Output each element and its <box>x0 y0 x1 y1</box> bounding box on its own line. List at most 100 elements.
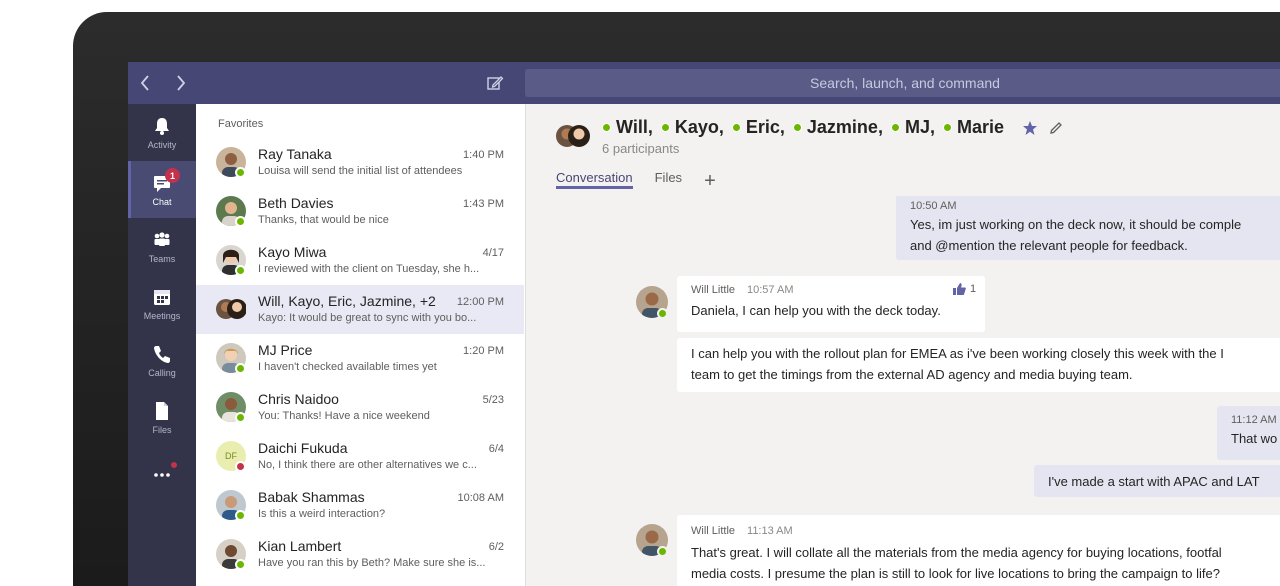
rail-item-calling[interactable]: Calling <box>128 332 196 389</box>
search-input[interactable]: Search, launch, and command <box>525 69 1280 97</box>
tab-files[interactable]: Files <box>655 170 682 189</box>
participant[interactable]: Eric, <box>731 117 785 138</box>
like-count: 1 <box>970 283 977 295</box>
file-icon <box>156 401 168 420</box>
message-text: I can help you with the rollout plan for… <box>691 346 1224 361</box>
chat-name: MJ Price <box>258 342 313 358</box>
message-text: team to get the timings from the externa… <box>691 367 1133 382</box>
edit-pencil-icon[interactable] <box>1048 120 1064 136</box>
rail-item-more[interactable] <box>128 446 196 503</box>
chat-item-kian-lambert[interactable]: Kian Lambert 6/2 Have you ran this by Be… <box>196 530 524 579</box>
rail-label: Meetings <box>143 310 181 321</box>
message-text: Yes, im just working on the deck now, it… <box>910 217 1242 232</box>
message-text: I've made a start with APAC and LAT <box>1048 474 1260 489</box>
chat-preview: Have you ran this by Beth? Make sure she… <box>258 557 486 569</box>
message-mine: 11:12 AM That wo <box>1217 406 1280 460</box>
teams-window: Search, launch, and command Activity 1 C… <box>128 62 1280 586</box>
title-bar: Search, launch, and command <box>128 62 1280 104</box>
chat-time: 5/23 <box>482 394 504 406</box>
chat-time: 1:40 PM <box>463 149 504 161</box>
favorites-header: Favorites <box>218 118 264 130</box>
message-will-2: I can help you with the rollout plan for… <box>677 338 1280 392</box>
participant-name: Will, <box>616 117 653 137</box>
presence-indicator <box>235 412 246 423</box>
forward-arrow-icon[interactable] <box>170 72 192 94</box>
like-reaction[interactable]: 1 <box>952 282 976 296</box>
participant-name: Eric, <box>745 117 785 137</box>
message-time: 10:57 AM <box>747 284 794 296</box>
presence-indicator <box>660 123 670 132</box>
message-sender: Will Little <box>691 525 736 537</box>
chat-time: 6/4 <box>488 443 504 455</box>
message-will-3: Will Little 11:13 AM That's great. I will… <box>677 515 1280 586</box>
chat-name: Daichi Fukuda <box>258 440 348 456</box>
unread-badge: 1 <box>165 168 180 183</box>
presence-indicator <box>890 123 900 132</box>
chat-name: Beth Davies <box>258 195 334 211</box>
chat-time: 1:43 PM <box>463 198 504 210</box>
presence-indicator <box>792 123 802 132</box>
compose-icon[interactable] <box>486 74 504 92</box>
presence-indicator <box>602 123 611 132</box>
back-arrow-icon[interactable] <box>134 72 156 94</box>
chat-item-daichi-fukuda[interactable]: DF Daichi Fukuda 6/4 No, I think there a… <box>196 432 524 481</box>
presence-indicator-busy <box>235 461 246 472</box>
rail-item-meetings[interactable]: Meetings <box>128 275 196 332</box>
message-text: media costs. I presume the plan is still… <box>691 566 1220 581</box>
chat-item-ray-tanaka[interactable]: Ray Tanaka 1:40 PM Louisa will send the … <box>196 138 524 187</box>
rail-label: Activity <box>147 139 177 150</box>
chat-name: Ray Tanaka <box>258 146 332 162</box>
message-time: 10:50 AM <box>910 200 957 212</box>
presence-indicator <box>235 559 246 570</box>
participant-name: Jazmine, <box>806 117 883 137</box>
chat-name: Kian Lambert <box>258 538 342 554</box>
chat-time: 6/2 <box>488 541 504 553</box>
rail-label: Teams <box>148 253 176 264</box>
participant[interactable]: Kayo, <box>660 117 724 138</box>
message-text: That's great. I will collate all the mat… <box>691 545 1222 560</box>
chat-item-mj-price[interactable]: MJ Price 1:20 PM I haven't checked avail… <box>196 334 524 383</box>
phone-icon <box>154 345 170 363</box>
notification-dot <box>171 462 177 468</box>
presence-indicator <box>235 265 246 276</box>
presence-indicator <box>235 510 246 521</box>
presence-indicator <box>731 123 741 132</box>
star-icon[interactable] <box>1022 120 1038 136</box>
rail-item-activity[interactable]: Activity <box>128 104 196 161</box>
rail-item-chat[interactable]: 1 Chat <box>128 161 196 218</box>
presence-indicator <box>235 167 246 178</box>
presence-indicator <box>657 546 668 557</box>
participant-name: Marie <box>956 117 1004 137</box>
chat-preview: No, I think there are other alternatives… <box>258 459 477 471</box>
rail-item-teams[interactable]: Teams <box>128 218 196 275</box>
add-tab-icon[interactable]: + <box>704 171 716 191</box>
avatar-initials: DF <box>225 451 237 461</box>
participant[interactable]: Will, <box>602 117 653 138</box>
participant[interactable]: MJ, <box>890 117 935 138</box>
participant[interactable]: Jazmine, <box>792 117 883 138</box>
chat-name: Babak Shammas <box>258 489 365 505</box>
chat-item-babak-shammas[interactable]: Babak Shammas 10:08 AM Is this a weird i… <box>196 481 524 530</box>
chat-preview: Louisa will send the initial list of att… <box>258 165 463 177</box>
chat-item-beth-davies[interactable]: Beth Davies 1:43 PM Thanks, that would b… <box>196 187 524 236</box>
chat-item-chris-naidoo[interactable]: Chris Naidoo 5/23 You: Thanks! Have a ni… <box>196 383 524 432</box>
chat-item-kayo-miwa[interactable]: Kayo Miwa 4/17 I reviewed with the clien… <box>196 236 524 285</box>
tab-conversation[interactable]: Conversation <box>556 170 633 189</box>
chat-preview: You: Thanks! Have a nice weekend <box>258 410 430 422</box>
chat-time: 12:00 PM <box>456 296 504 308</box>
chat-preview: Kayo: It would be great to sync with you… <box>258 312 477 324</box>
participant-names: Will, Kayo, Eric, Jazmine, MJ, Marie <box>602 117 1064 138</box>
group-avatar <box>216 294 246 324</box>
participant[interactable]: Marie <box>942 117 1004 138</box>
chat-preview: Is this a weird interaction? <box>258 508 386 520</box>
message-mine: 10:50 AM Yes, im just working on the dec… <box>896 194 1280 260</box>
search-placeholder: Search, launch, and command <box>810 75 1000 91</box>
participant-name: Kayo, <box>674 117 724 137</box>
calendar-icon <box>154 289 170 305</box>
conversation-header: Will, Kayo, Eric, Jazmine, MJ, Marie 6 p… <box>526 104 1280 196</box>
chat-item-group[interactable]: Will, Kayo, Eric, Jazmine, +2 12:00 PM K… <box>196 285 524 334</box>
chat-preview: I haven't checked available times yet <box>258 361 437 373</box>
chat-name: Chris Naidoo <box>258 391 339 407</box>
group-avatar <box>556 119 590 153</box>
rail-item-files[interactable]: Files <box>128 389 196 446</box>
